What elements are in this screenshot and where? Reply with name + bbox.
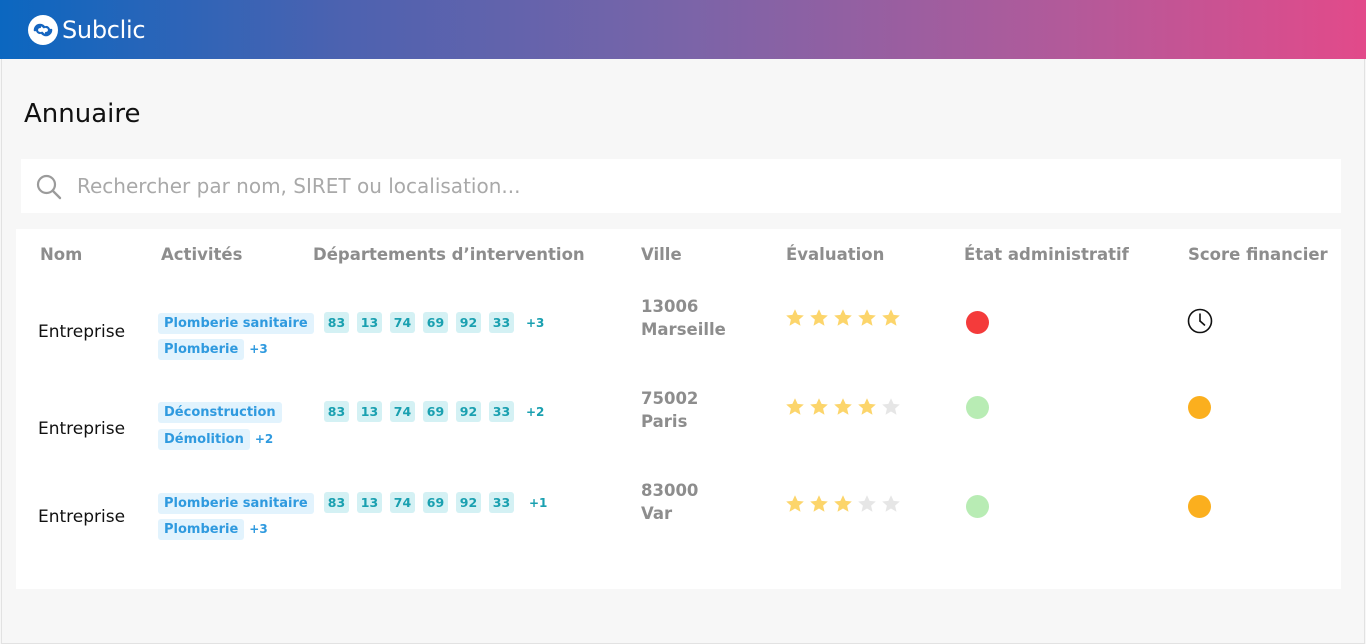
postal-code: 13006 (641, 297, 699, 316)
department-chip: 74 (390, 401, 415, 422)
company-name[interactable]: Entreprise (38, 419, 125, 439)
department-chip: 83 (324, 492, 349, 513)
header-admin-status[interactable]: État administratif (964, 245, 1129, 264)
app-logo[interactable]: Subclic (28, 14, 146, 46)
star-icon (858, 398, 876, 415)
app-name: Subclic (62, 16, 146, 44)
star-icon (810, 309, 828, 326)
header-departments[interactable]: Départements d’intervention (313, 245, 585, 264)
star-icon (858, 309, 876, 326)
header-rating[interactable]: Évaluation (786, 245, 884, 264)
star-icon (786, 309, 804, 326)
departments-more-badge[interactable]: +2 (526, 405, 544, 419)
table-row[interactable]: Entreprise Déconstruction Démolition +2 … (16, 377, 1341, 467)
star-icon (834, 495, 852, 512)
activities-more-badge[interactable]: +3 (249, 342, 267, 356)
search-bar (21, 159, 1341, 213)
departments-list: 83 13 74 69 92 33 +2 (324, 401, 544, 422)
star-icon (882, 309, 900, 326)
admin-status-indicator (966, 396, 989, 419)
city-name: Paris (641, 412, 688, 431)
activity-chip: Déconstruction (158, 401, 282, 423)
directory-table: Nom Activités Départements d’interventio… (16, 229, 1341, 589)
activity-chip: Plomberie (158, 518, 245, 540)
table-row[interactable]: Entreprise Plomberie sanitaire Plomberie… (16, 469, 1341, 559)
star-icon (882, 398, 900, 415)
top-bar: Subclic (0, 0, 1366, 59)
activities-more-badge[interactable]: +2 (255, 432, 273, 446)
search-icon[interactable] (35, 173, 63, 201)
city-cell: 13006 Marseille (641, 295, 726, 341)
rating-stars (785, 308, 905, 328)
company-name[interactable]: Entreprise (38, 507, 125, 527)
admin-status-indicator (966, 495, 989, 518)
activity-chip: Plomberie sanitaire (158, 492, 314, 514)
postal-code: 83000 (641, 481, 699, 500)
financial-score-indicator (1188, 495, 1211, 518)
activities-more-badge[interactable]: +3 (249, 522, 267, 536)
activity-chip: Plomberie sanitaire (158, 312, 314, 334)
clock-icon (1187, 308, 1213, 334)
star-icon (882, 495, 900, 512)
activity-chip: Démolition (158, 428, 250, 450)
department-chip: 74 (390, 312, 415, 333)
department-chip: 83 (324, 401, 349, 422)
department-chip: 92 (456, 312, 481, 333)
star-icon (810, 398, 828, 415)
page-title: Annuaire (24, 99, 141, 129)
department-chip: 74 (390, 492, 415, 513)
header-name[interactable]: Nom (40, 245, 82, 264)
city-name: Marseille (641, 320, 726, 339)
city-name: Var (641, 504, 673, 523)
star-icon (834, 309, 852, 326)
department-chip: 33 (489, 401, 514, 422)
header-activities[interactable]: Activités (161, 245, 242, 264)
department-chip: 83 (324, 312, 349, 333)
company-name[interactable]: Entreprise (38, 322, 125, 342)
financial-score-indicator (1188, 396, 1211, 419)
departments-more-badge[interactable]: +3 (526, 316, 544, 330)
header-city[interactable]: Ville (641, 245, 682, 264)
admin-status-indicator (966, 311, 989, 334)
department-chip: 13 (357, 492, 382, 513)
rating-stars (785, 397, 905, 417)
department-chip: 33 (489, 492, 514, 513)
star-icon (858, 495, 876, 512)
department-chip: 92 (456, 492, 481, 513)
department-chip: 13 (357, 401, 382, 422)
header-financial-score[interactable]: Score financier (1188, 245, 1328, 264)
department-chip: 13 (357, 312, 382, 333)
department-chip: 92 (456, 401, 481, 422)
star-icon (810, 495, 828, 512)
department-chip: 69 (423, 492, 448, 513)
star-icon (786, 398, 804, 415)
city-cell: 83000 Var (641, 479, 698, 525)
postal-code: 75002 (641, 389, 699, 408)
star-icon (834, 398, 852, 415)
department-chip: 33 (489, 312, 514, 333)
department-chip: 69 (423, 401, 448, 422)
activity-chip: Plomberie (158, 338, 245, 360)
search-input[interactable] (77, 166, 1317, 206)
rating-stars (785, 494, 905, 514)
table-row[interactable]: Entreprise Plomberie sanitaire Plomberie… (16, 287, 1341, 377)
departments-list: 83 13 74 69 92 33 +1 (324, 492, 547, 513)
star-icon (786, 495, 804, 512)
subclic-logo-icon (28, 15, 58, 45)
departments-more-badge[interactable]: +1 (529, 496, 547, 510)
departments-list: 83 13 74 69 92 33 +3 (324, 312, 544, 333)
city-cell: 75002 Paris (641, 387, 698, 433)
department-chip: 69 (423, 312, 448, 333)
